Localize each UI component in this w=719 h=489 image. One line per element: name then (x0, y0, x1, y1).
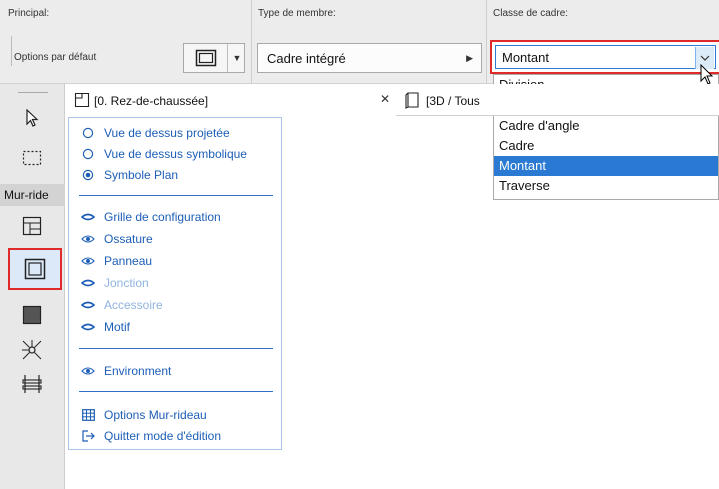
accessory-tool-icon[interactable] (12, 368, 52, 400)
mouse-cursor-icon (700, 64, 714, 85)
dropdown-option-frame[interactable]: Cadre (494, 136, 718, 156)
component-label: Ossature (104, 232, 153, 246)
frame-member-icon (184, 44, 228, 72)
dropdown-option-transom[interactable]: Traverse (494, 176, 718, 196)
marquee-tool-icon[interactable] (12, 142, 52, 174)
chevron-right-icon: ▶ (466, 53, 473, 63)
member-type-label: Type de membre: (258, 8, 336, 19)
frame-class-label: Classe de cadre: (493, 8, 569, 19)
curtain-wall-edit-palette: Vue de dessus projetée Vue de dessus sym… (68, 117, 282, 450)
component-label: Accessoire (104, 298, 163, 312)
component-pattern[interactable]: Motif (81, 318, 130, 336)
radio-icon[interactable] (81, 126, 95, 140)
tab-floor-plan[interactable]: [0. Rez-de-chaussée] ✕ (66, 84, 396, 116)
view-option-label: Vue de dessus symbolique (104, 147, 247, 161)
eye-closed-icon[interactable] (81, 210, 95, 224)
tab-label: [3D / Tous (426, 94, 480, 108)
action-label: Quitter mode d'édition (104, 429, 222, 443)
frame-tool-button[interactable] (8, 248, 62, 290)
eye-closed-icon[interactable] (81, 320, 95, 334)
divider (251, 0, 252, 84)
palette-separator (79, 348, 273, 349)
frame-class-selected-text: Montant (502, 49, 549, 65)
eye-closed-icon[interactable] (81, 276, 95, 290)
panel-tool-icon[interactable] (12, 299, 52, 331)
component-panel[interactable]: Panneau (81, 252, 152, 270)
view-option-label: Symbole Plan (104, 168, 179, 182)
tab-3d[interactable]: [3D / Tous (400, 84, 495, 116)
exit-edit-mode-button[interactable]: Quitter mode d'édition (81, 427, 221, 445)
dropdown-option-corner-frame[interactable]: Cadre d'angle (494, 116, 718, 136)
close-icon[interactable]: ✕ (380, 92, 390, 106)
palette-separator (79, 195, 273, 196)
component-label: Panneau (104, 254, 153, 268)
toolbox-separator (18, 92, 48, 93)
action-label: Options Mur-rideau (104, 408, 207, 422)
floor-plan-icon (74, 92, 90, 108)
curtain-wall-options-button[interactable]: Options Mur-rideau (81, 406, 207, 424)
eye-closed-icon[interactable] (81, 298, 95, 312)
radio-icon[interactable] (81, 147, 95, 161)
eye-icon[interactable] (81, 232, 95, 246)
junction-tool-icon[interactable] (12, 334, 52, 366)
dropdown-option-mullion[interactable]: Montant (494, 156, 718, 176)
component-frame[interactable]: Ossature (81, 230, 153, 248)
view-option-plan-symbol[interactable]: Symbole Plan (81, 166, 178, 184)
tab-label: [0. Rez-de-chaussée] (94, 94, 209, 108)
divider (486, 0, 487, 84)
member-type-value: Cadre intégré (267, 50, 346, 66)
view-option-label: Vue de dessus projetée (104, 126, 230, 140)
exit-icon (81, 429, 95, 443)
radio-selected-icon[interactable] (81, 168, 95, 182)
options-divider (11, 36, 12, 66)
member-type-field[interactable]: Cadre intégré ▶ (257, 43, 482, 73)
palette-separator (79, 391, 273, 392)
3d-view-icon (405, 92, 419, 109)
curtain-wall-tool-label: Mur-ride (0, 184, 65, 206)
chevron-down-icon[interactable]: ▼ (229, 44, 245, 72)
environment-label: Environment (104, 364, 172, 378)
frame-class-value[interactable]: Montant (495, 45, 716, 69)
eye-icon[interactable] (81, 364, 95, 378)
component-junction[interactable]: Jonction (81, 274, 149, 292)
frame-class-combo[interactable]: Montant (490, 40, 719, 74)
arrow-tool-icon[interactable] (12, 102, 52, 134)
environment-toggle[interactable]: Environment (81, 362, 171, 380)
options-label: Options par défaut (14, 52, 97, 63)
tab-bar: [0. Rez-de-chaussée] ✕ [3D / Tous (66, 84, 719, 116)
grid-settings-icon (81, 408, 95, 422)
component-label: Jonction (104, 276, 149, 290)
toolbox: Mur-ride (0, 84, 65, 489)
grid-tool-icon[interactable] (12, 210, 52, 242)
component-label: Grille de configuration (104, 210, 221, 224)
component-accessory[interactable]: Accessoire (81, 296, 163, 314)
component-label: Motif (104, 320, 131, 334)
component-grid[interactable]: Grille de configuration (81, 208, 221, 226)
view-option-symbolic[interactable]: Vue de dessus symbolique (81, 145, 247, 163)
principal-label: Principal: (8, 8, 50, 19)
default-options-button[interactable]: ▼ (183, 43, 245, 73)
eye-icon[interactable] (81, 254, 95, 268)
view-option-projected[interactable]: Vue de dessus projetée (81, 124, 230, 142)
frame-tool-icon (24, 258, 46, 280)
